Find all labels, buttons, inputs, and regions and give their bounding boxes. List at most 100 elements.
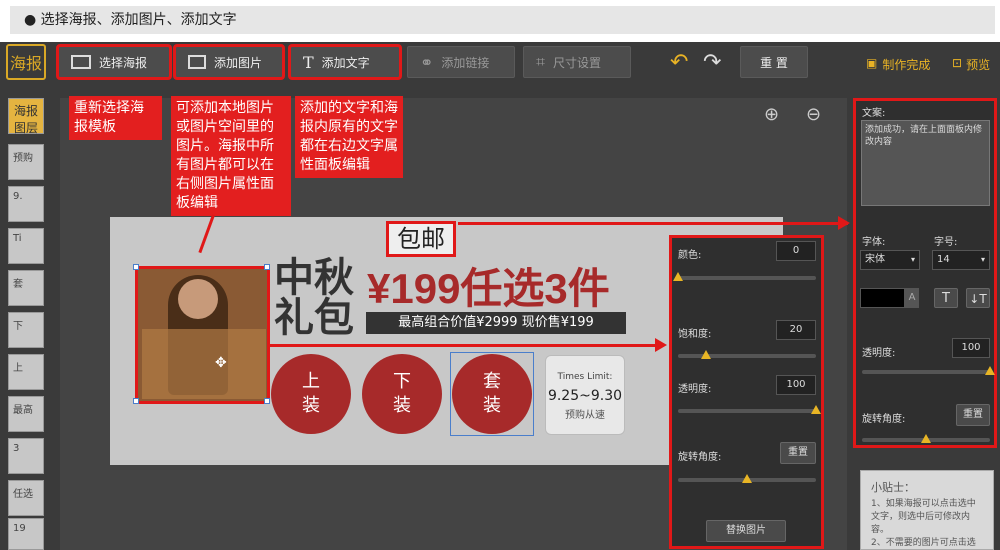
size-select[interactable]: 14 ▾ <box>932 250 990 270</box>
note-add-text: 添加的文字和海报内原有的文字都在右边文字属性面板编辑 <box>295 96 403 178</box>
size-settings-label: 尺寸设置 <box>553 55 602 70</box>
poster-photo[interactable] <box>135 266 270 404</box>
add-image-button[interactable]: 添加图片 <box>173 44 285 80</box>
time-limit-sub: 预购从速 <box>565 410 605 421</box>
image-icon <box>188 55 206 69</box>
crop-icon: ⌗ <box>536 52 546 71</box>
layer-item[interactable]: 3 <box>8 438 44 474</box>
opacity-slider-knob[interactable] <box>811 405 821 414</box>
zoom-in-icon[interactable]: ⊕ <box>764 104 779 125</box>
rotation-label: 旋转角度: <box>678 452 722 463</box>
text-opacity-slider[interactable] <box>862 370 990 374</box>
poster-banner[interactable]: 最高组合价值¥2999 现价售¥199 <box>366 312 626 334</box>
preview-label: 预览 <box>966 58 991 72</box>
picture-icon <box>71 55 91 69</box>
text-icon: T <box>303 52 314 72</box>
color-label: 颜色: <box>678 250 702 261</box>
saturation-slider[interactable] <box>678 354 816 358</box>
instruction-caption: ● 选择海报、添加图片、添加文字 <box>10 6 995 34</box>
layer-item[interactable]: 19 <box>8 518 44 550</box>
font-select[interactable]: 宋体 ▾ <box>860 250 920 270</box>
zoom-out-icon[interactable]: ⊖ <box>806 104 821 125</box>
size-select-value: 14 <box>937 254 950 265</box>
layers-tab[interactable]: 海报图层 <box>8 98 44 135</box>
text-color-swatch[interactable] <box>860 288 905 308</box>
arrow-to-image-panel <box>270 344 660 347</box>
arrow-head <box>838 216 850 230</box>
add-text-label: 添加文字 <box>321 55 370 70</box>
added-text-element[interactable]: 包邮 <box>386 221 456 257</box>
rotation-slider-knob[interactable] <box>742 474 752 483</box>
layer-item[interactable]: 上 <box>8 354 44 390</box>
layer-item[interactable]: 最高 <box>8 396 44 432</box>
save-icon: ▣ <box>866 56 878 70</box>
select-poster-label: 选择海报 <box>99 55 148 70</box>
text-rotation-label: 旋转角度: <box>862 414 906 425</box>
layer-item[interactable]: 9. <box>8 186 44 222</box>
preview-icon: ⊡ <box>952 56 963 70</box>
copy-textarea[interactable]: 添加成功，请在上面面板内修改内容 <box>861 120 990 206</box>
select-poster-button[interactable]: 选择海报 <box>56 44 172 80</box>
add-image-label: 添加图片 <box>214 55 263 70</box>
tips-title: 小贴士： <box>871 481 915 494</box>
text-opacity-label: 透明度: <box>862 348 896 359</box>
move-cursor-icon: ✥ <box>215 355 227 371</box>
poster-price[interactable]: ¥199任选3件 <box>367 255 610 316</box>
opacity-input[interactable]: 100 <box>776 375 816 395</box>
color-input[interactable]: 0 <box>776 241 816 261</box>
size-label: 字号: <box>934 237 958 248</box>
text-color-label: A <box>905 288 919 308</box>
poster-circle-up[interactable]: 上 装 <box>271 354 351 434</box>
add-link-label: 添加链接 <box>441 55 490 70</box>
poster-title-line2[interactable]: 礼包 <box>274 296 354 340</box>
link-icon: ⚭ <box>420 52 434 72</box>
note-add-image: 可添加本地图片或图片空间里的图片。海报中所有图片都可以在右侧图片属性面板编辑 <box>171 96 291 216</box>
text-rotation-reset-button[interactable]: 重置 <box>956 404 990 426</box>
vertical-text-icon[interactable]: ↓T <box>966 288 990 308</box>
rotation-reset-button[interactable]: 重置 <box>780 442 816 464</box>
saturation-label: 饱和度: <box>678 329 712 340</box>
poster-circle-down[interactable]: 下 装 <box>362 354 442 434</box>
saturation-slider-knob[interactable] <box>700 350 711 359</box>
tip-item: 1、如果海报可以点击选中文字，则选中后可修改内容。 <box>871 499 976 535</box>
poster-title-line1[interactable]: 中秋 <box>274 256 354 300</box>
layer-item[interactable]: 预购 <box>8 144 44 180</box>
opacity-label: 透明度: <box>678 384 712 395</box>
finish-label: 制作完成 <box>882 58 931 72</box>
time-limit-label: Times Limit: <box>557 372 613 382</box>
finish-button[interactable]: ▣ 制作完成 <box>866 56 930 73</box>
font-select-value: 宋体 <box>865 254 885 265</box>
chevron-down-icon: ▾ <box>910 255 915 264</box>
chevron-down-icon: ▾ <box>980 255 985 264</box>
text-opacity-slider-knob[interactable] <box>985 366 995 375</box>
add-link-button[interactable]: ⚭ 添加链接 <box>407 46 515 78</box>
app-logo: 海报 <box>6 44 46 80</box>
add-text-button[interactable]: T 添加文字 <box>288 44 402 80</box>
arrow-to-text-panel <box>458 222 848 225</box>
color-slider-knob[interactable] <box>673 272 683 281</box>
text-style-icon[interactable]: T <box>934 288 958 308</box>
time-limit-range: 9.25~9.30 <box>547 388 623 404</box>
layer-item[interactable]: 下 <box>8 312 44 348</box>
saturation-input[interactable]: 20 <box>776 320 816 340</box>
layer-item[interactable]: 任选 <box>8 480 44 516</box>
selection-box <box>450 352 534 436</box>
color-slider[interactable] <box>678 276 816 280</box>
preview-button[interactable]: ⊡ 预览 <box>952 56 990 73</box>
reset-button[interactable]: 重 置 <box>740 46 808 78</box>
text-opacity-input[interactable]: 100 <box>952 338 990 358</box>
note-reselect: 重新选择海报模板 <box>69 96 162 140</box>
size-settings-button[interactable]: ⌗ 尺寸设置 <box>523 46 631 78</box>
layer-item[interactable]: 套 <box>8 270 44 306</box>
tip-item: 2、不需要的图片可点击选中后按键盘上【Delete】键删 <box>871 538 976 548</box>
copy-label: 文案: <box>862 108 886 119</box>
tips-box: 小贴士： 1、如果海报可以点击选中文字，则选中后可修改内容。 2、不需要的图片可… <box>860 470 994 550</box>
font-label: 字体: <box>862 237 886 248</box>
layer-item[interactable]: Ti <box>8 228 44 264</box>
redo-icon[interactable]: ↷ <box>703 50 721 75</box>
text-rotation-slider-knob[interactable] <box>921 434 931 443</box>
arrow-head <box>655 338 667 352</box>
undo-icon[interactable]: ↶ <box>670 50 688 75</box>
opacity-slider[interactable] <box>678 409 816 413</box>
replace-image-button[interactable]: 替换图片 <box>706 520 786 542</box>
